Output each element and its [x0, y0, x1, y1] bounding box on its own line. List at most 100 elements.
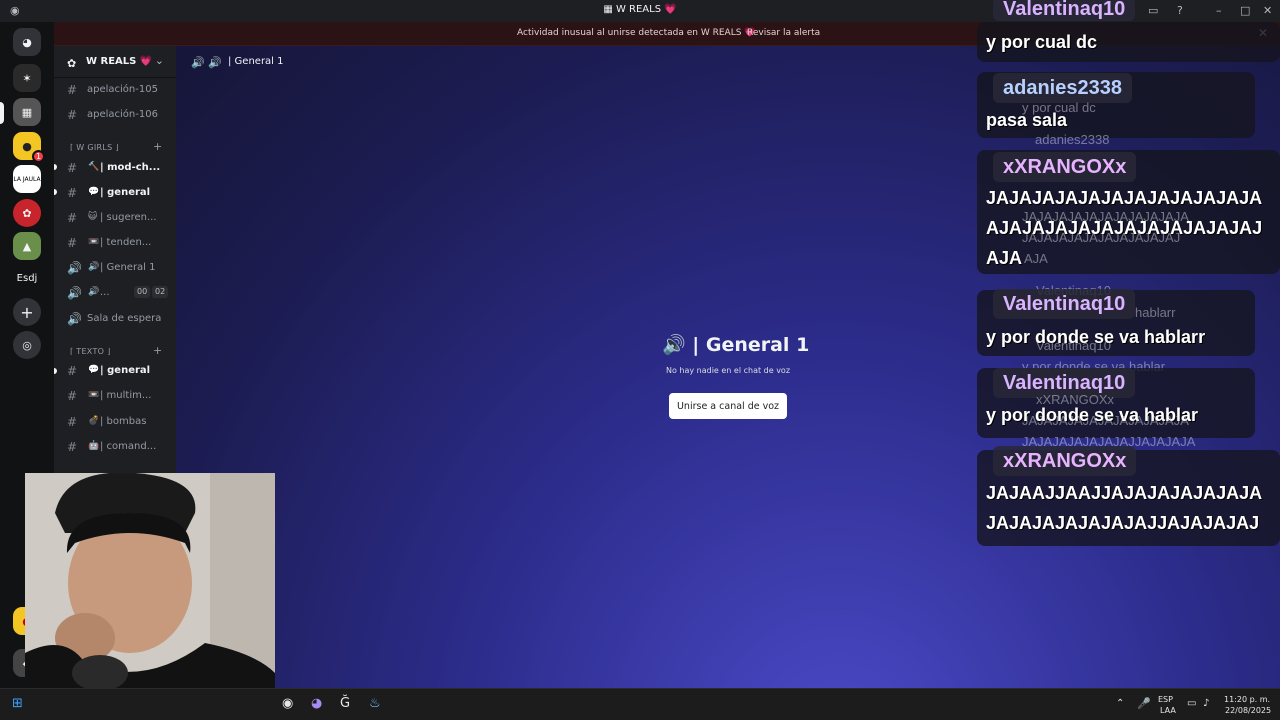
- language-indicator[interactable]: ESP: [1158, 695, 1173, 704]
- logitech-icon[interactable]: Ğ: [340, 696, 350, 711]
- server-name: W REALS 💗: [86, 56, 153, 67]
- chat-ghost-text: JAJAJAJAJAJAJAJAJAJAJA: [1022, 413, 1189, 428]
- hash-icon: #: [67, 186, 78, 200]
- chat-ghost-text: adanies2338: [1035, 132, 1110, 147]
- cat-icon: 😺: [88, 212, 98, 222]
- unread-dot: [54, 164, 57, 170]
- windows-taskbar: ⊞ ◉ ◕ Ğ ♨ ⌃ 🎤 ESP LAA ▭ ♪ 11:20 p. m. 22…: [0, 688, 1280, 720]
- help-icon[interactable]: ?: [1177, 4, 1183, 17]
- review-alert-link[interactable]: Revisar la alerta: [747, 28, 820, 38]
- explore-icon[interactable]: ◎: [13, 331, 41, 359]
- speaker-emoji-icon: 🔊: [88, 287, 100, 297]
- windows-start-icon[interactable]: ⊞: [12, 696, 23, 711]
- chevron-down-icon: ⌄: [154, 54, 164, 67]
- voice-channel-general-1[interactable]: 🔊 🔊 | General 1: [60, 258, 172, 278]
- channel-sidebar: ✿ W REALS 💗 ⌄ # apelación-105 # apelació…: [54, 46, 176, 476]
- speaker-icon: 🔊: [662, 334, 686, 356]
- channel-general-girls[interactable]: # 💬 | general: [60, 183, 172, 203]
- server-la-jaula-icon[interactable]: LA JAULA: [13, 165, 41, 193]
- chat-username: Valentinaq10: [993, 289, 1136, 319]
- unread-dot: [54, 189, 57, 195]
- add-channel-icon[interactable]: +: [153, 140, 162, 153]
- chat-username: Valentinaq10: [993, 0, 1136, 21]
- server-w-reals-icon[interactable]: ▦: [13, 98, 41, 126]
- chat-username: adanies2338: [993, 73, 1132, 103]
- tape-icon: 📼: [88, 390, 100, 400]
- clock-time[interactable]: 11:20 p. m.: [1224, 695, 1270, 704]
- minimize-icon[interactable]: –: [1216, 4, 1222, 17]
- hash-icon: #: [67, 236, 78, 250]
- hash-icon: #: [67, 415, 78, 429]
- hash-icon: #: [67, 83, 78, 97]
- speaker-icon: 🔊 🔊: [191, 56, 222, 69]
- chat-ghost-text: hablarr: [1135, 305, 1176, 320]
- network-icon[interactable]: ▭: [1187, 698, 1196, 709]
- server-header[interactable]: ✿ W REALS 💗 ⌄: [54, 46, 176, 78]
- channel-sugerencias[interactable]: # 😺 | sugeren...: [60, 208, 172, 228]
- channel-tendencias[interactable]: # 📼 | tenden...: [60, 233, 172, 253]
- robot-icon: 🤖: [88, 441, 100, 451]
- microphone-icon[interactable]: 🎤: [1137, 697, 1151, 710]
- hash-icon: #: [67, 108, 78, 122]
- chat-username: xXRANGOXx: [993, 152, 1137, 182]
- discord-home-icon[interactable]: ◕: [13, 28, 41, 56]
- steam-icon[interactable]: ♨: [369, 696, 381, 711]
- webcam-overlay: [25, 473, 275, 688]
- tape-icon: 📼: [88, 237, 100, 247]
- volume-icon[interactable]: ♪: [1203, 698, 1209, 709]
- chat-message-text: pasa sala: [986, 110, 1068, 130]
- chevron-up-icon[interactable]: ⌃: [1116, 698, 1124, 709]
- voice-user-count: 00: [134, 286, 151, 298]
- channel-comandos[interactable]: # 🤖 | comand...: [60, 437, 172, 457]
- chat-message-text: JAJAJAJAJAJAJAJAJAJAJAJA: [986, 188, 1263, 208]
- hash-icon: #: [67, 211, 78, 225]
- alert-message: Actividad inusual al unirse detectada en…: [517, 28, 756, 38]
- selected-server-pill: [0, 102, 4, 124]
- voice-channel-title: 🔊 | General 1: [662, 334, 810, 356]
- server-pikachu-icon[interactable]: ● 1: [13, 132, 45, 163]
- chat-username: xXRANGOXx: [993, 446, 1137, 476]
- chat-ghost-text: AJA: [1024, 251, 1048, 266]
- channel-mod-chat[interactable]: # 🔨 | mod-ch...: [60, 158, 172, 178]
- join-voice-button[interactable]: Unirse a canal de voz: [669, 393, 787, 419]
- category-texto[interactable]: ⌈ TEXTO ⌋: [70, 347, 111, 356]
- channel-general-texto[interactable]: # 💬 | general: [60, 361, 172, 381]
- channel-multimedia[interactable]: # 📼 | multim...: [60, 386, 172, 406]
- channel-apelacion-105[interactable]: # apelación-105: [60, 80, 172, 100]
- category-w-girls[interactable]: ⌈ W GIRLS ⌋: [70, 143, 119, 152]
- voice-user-limit: 02: [152, 286, 169, 298]
- obs-icon[interactable]: ◉: [282, 696, 293, 711]
- unread-badge: 1: [32, 150, 45, 163]
- inbox-icon[interactable]: ▭: [1148, 4, 1158, 17]
- server-emblem-icon: ✿: [67, 57, 77, 70]
- chat-message-text: JAJAJAJAJAJAJAJJAJAJAJAJ: [986, 513, 1260, 533]
- voice-channel-sala-de-espera[interactable]: 🔊 Sala de espera: [60, 309, 172, 329]
- hash-icon: #: [67, 161, 78, 175]
- add-channel-icon[interactable]: +: [153, 344, 162, 357]
- chat-ghost-text: JAJAJAJAJAJAJAJAJAJAJ: [1022, 230, 1181, 245]
- server-icon[interactable]: ✶: [13, 64, 41, 92]
- hammer-icon: 🔨: [88, 162, 100, 172]
- speaker-icon: 🔊: [67, 286, 82, 300]
- channel-bombas[interactable]: # 💣 | bombas: [60, 412, 172, 432]
- maximize-icon[interactable]: □: [1240, 4, 1250, 17]
- close-window-icon[interactable]: ✕: [1263, 4, 1272, 17]
- server-esdj[interactable]: Esdj: [13, 264, 41, 292]
- chat-ghost-text: xXRANGOXx: [1036, 392, 1115, 407]
- voice-channel-limited[interactable]: 🔊 🔊 ... 00 02: [60, 283, 172, 303]
- clock-date: 22/08/2025: [1225, 706, 1272, 715]
- channel-apelacion-106[interactable]: # apelación-106: [60, 105, 172, 125]
- chat-message-text: y por cual dc: [986, 32, 1098, 52]
- hash-icon: #: [67, 440, 78, 454]
- chat-ghost-text: Valentinaq10: [1036, 338, 1111, 353]
- server-red-icon[interactable]: ✿: [13, 199, 41, 227]
- bomb-icon: 💣: [88, 416, 100, 426]
- unread-dot: [54, 368, 57, 374]
- speaker-emoji-icon: 🔊: [88, 262, 100, 272]
- speaker-icon: 🔊: [67, 261, 82, 275]
- discord-taskbar-icon[interactable]: ◕: [311, 696, 322, 711]
- speech-bubble-icon: 💬: [88, 365, 100, 375]
- language-layout: LAA: [1160, 706, 1176, 715]
- add-server-icon[interactable]: +: [13, 298, 41, 326]
- server-landscape-icon[interactable]: ▲: [13, 232, 41, 260]
